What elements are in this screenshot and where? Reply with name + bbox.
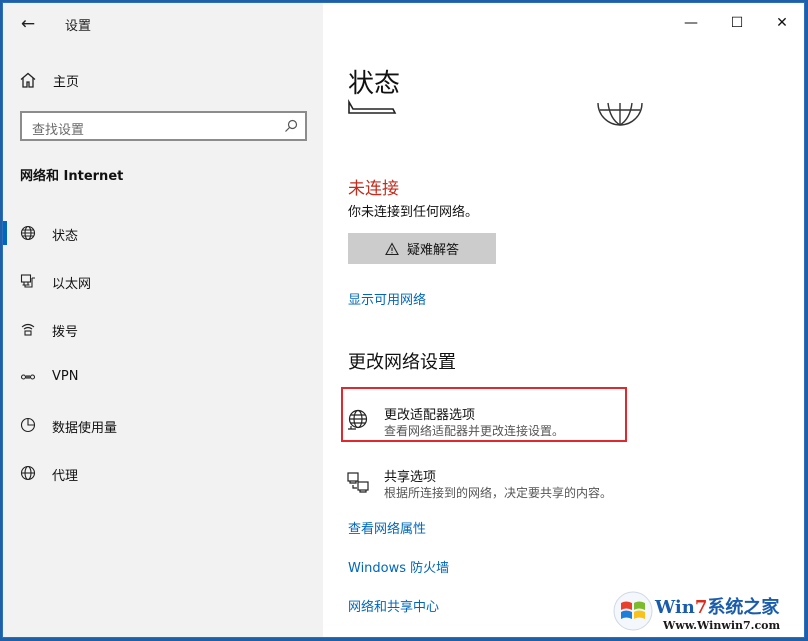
sidebar-item-proxy[interactable]: 代理: [3, 458, 323, 488]
firewall-link[interactable]: Windows 防火墙: [348, 557, 449, 576]
search-input[interactable]: 查找设置: [20, 111, 307, 141]
option-adapter[interactable]: 更改适配器选项 查看网络适配器并更改连接设置。: [343, 400, 633, 450]
minimize-button[interactable]: —: [675, 9, 707, 37]
network-globe-icon: [597, 102, 643, 126]
watermark: Win7系统之家 Www.Winwin7.com: [611, 585, 804, 637]
vpn-icon: [20, 374, 36, 380]
sidebar: ← 设置 主页 查找设置 网络和 Internet 状态 以太网 拨号 VPN …: [3, 3, 323, 637]
adapter-globe-icon: [348, 409, 368, 430]
connection-status: 未连接: [348, 179, 399, 199]
sidebar-item-ethernet[interactable]: 以太网: [3, 266, 323, 296]
sidebar-item-label: 数据使用量: [52, 421, 118, 436]
windows-logo-icon: [613, 591, 653, 631]
maximize-button[interactable]: ☐: [721, 9, 753, 37]
disconnected-pc-icon: [348, 99, 397, 114]
sharing-center-link[interactable]: 网络和共享中心: [348, 596, 439, 615]
page-title: 状态: [348, 69, 401, 99]
sidebar-item-label: 拨号: [52, 325, 79, 340]
change-section-title: 更改网络设置: [348, 352, 456, 373]
app-title: 设置: [65, 19, 92, 34]
sidebar-item-data-usage[interactable]: 数据使用量: [3, 410, 323, 440]
troubleshoot-label: 疑难解答: [406, 243, 459, 258]
globe-icon: [20, 225, 36, 241]
sidebar-item-label: 状态: [52, 229, 79, 244]
sidebar-item-label: VPN: [52, 369, 79, 384]
option-title: 共享选项: [384, 470, 437, 485]
settings-window: ← 设置 主页 查找设置 网络和 Internet 状态 以太网 拨号 VPN …: [2, 2, 805, 638]
main-content: — ☐ ✕ 状态 未连接 你未连接到任何网络。 疑难解答 显示可用网络 更改网络…: [323, 3, 804, 637]
sharing-icon: [347, 472, 369, 493]
option-desc: 根据所连接到的网络，决定要共享的内容。: [384, 486, 613, 500]
section-title: 网络和 Internet: [20, 169, 124, 184]
sidebar-item-status[interactable]: 状态: [3, 218, 323, 248]
watermark-brand: Win7系统之家: [655, 597, 780, 618]
back-arrow-icon[interactable]: ←: [17, 13, 39, 35]
option-desc: 查看网络适配器并更改连接设置。: [384, 424, 565, 438]
search-placeholder: 查找设置: [32, 123, 85, 138]
selected-indicator: [3, 221, 7, 245]
sidebar-item-label: 代理: [52, 469, 79, 484]
proxy-icon: [20, 465, 36, 481]
watermark-url: Www.Winwin7.com: [663, 619, 781, 632]
dialup-icon: [21, 323, 35, 336]
sidebar-home[interactable]: 主页: [19, 69, 79, 91]
data-usage-icon: [20, 417, 36, 433]
sidebar-item-vpn[interactable]: VPN: [3, 362, 323, 392]
show-networks-link[interactable]: 显示可用网络: [348, 289, 426, 308]
sidebar-item-label: 以太网: [52, 277, 92, 292]
option-sharing[interactable]: 共享选项 根据所连接到的网络，决定要共享的内容。: [343, 462, 643, 512]
sidebar-item-dialup[interactable]: 拨号: [3, 314, 323, 344]
network-properties-link[interactable]: 查看网络属性: [348, 518, 426, 537]
search-icon[interactable]: [284, 119, 298, 133]
home-label: 主页: [53, 74, 80, 90]
warning-icon: [385, 241, 399, 255]
option-title: 更改适配器选项: [384, 408, 476, 423]
ethernet-icon: [20, 274, 35, 288]
close-button[interactable]: ✕: [766, 9, 798, 37]
home-icon: [20, 72, 36, 88]
connection-desc: 你未连接到任何网络。: [348, 205, 479, 220]
troubleshoot-button[interactable]: 疑难解答: [348, 233, 496, 264]
